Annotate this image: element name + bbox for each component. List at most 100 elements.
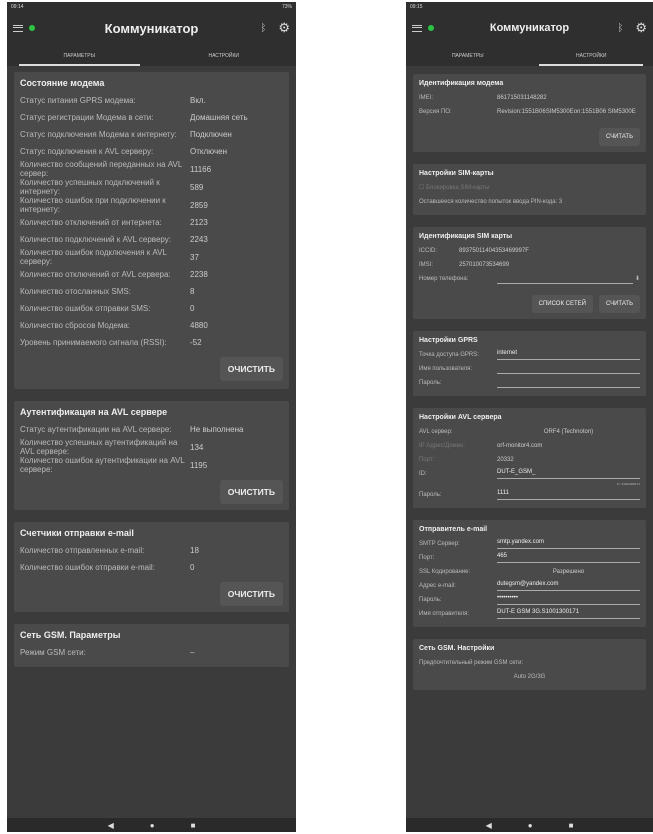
gsm-settings-card: Сеть GSM. Настройки Предпочтительный реж… [413, 639, 646, 690]
checkbox-icon[interactable]: ☐ [419, 185, 426, 192]
stat-value: Вкл. [190, 96, 206, 105]
stat-row: Количество успешных подключений к интерн… [20, 178, 283, 196]
phone-label: Номер телефона: [419, 275, 469, 282]
phone-input[interactable] [497, 274, 634, 284]
stat-value: 2243 [190, 235, 208, 244]
pass-label: Пароль: [419, 596, 442, 603]
stat-value: 18 [190, 546, 199, 555]
tab-parameters[interactable]: ПАРАМЕТРЫ [7, 44, 152, 66]
ip-label: IP Адрес/Домен: [419, 442, 465, 449]
stat-label: Количество сообщений переданных на AVL с… [20, 160, 183, 178]
fw-value: Revision:1551B06SIM5300Eon:1551B06 SIM53… [497, 108, 636, 115]
tab-settings[interactable]: НАСТРОЙКИ [152, 44, 297, 66]
avl-server-label: AVL сервер: [419, 428, 453, 435]
connection-status-icon [428, 25, 434, 31]
imsi-label: IMSI: [419, 261, 434, 268]
gsm-pref-label: Предпочтительный режим GSM сети: [419, 659, 524, 666]
stat-row: Статус аутентификации на AVL сервере: Не … [20, 421, 283, 438]
pass-input[interactable]: •••••••••• [497, 595, 640, 605]
smtp-label: SMTP Сервер: [419, 540, 460, 547]
stat-value: 134 [190, 442, 204, 452]
tab-settings[interactable]: НАСТРОЙКИ [530, 44, 653, 66]
port-label: Порт: [419, 456, 435, 463]
stat-value: 1195 [190, 460, 208, 470]
avl-server-select[interactable]: ORF4 (Technoton) [497, 429, 640, 436]
back-icon[interactable]: ◀ [108, 821, 114, 830]
stat-row: Количество отключений от AVL сервера: 223… [20, 266, 283, 283]
pass-input[interactable] [497, 378, 640, 388]
card-title: Сеть GSM. Настройки [419, 645, 495, 652]
apn-input[interactable]: internet [497, 350, 640, 360]
stat-value: – [190, 648, 195, 657]
pin-tries-text: Оставшееся количество попыток ввода PIN-… [419, 198, 563, 205]
status-time: 09:15 [410, 4, 423, 10]
gear-icon[interactable]: ⚙ [635, 20, 647, 36]
back-icon[interactable]: ◀ [486, 821, 492, 830]
fw-label: Версия ПО: [419, 108, 452, 115]
clear-button[interactable]: ОЧИСТИТЬ [219, 480, 283, 504]
stat-value: 0 [190, 304, 195, 313]
name-label: Имя отправителя: [419, 610, 470, 617]
gsm-pref-select[interactable]: Auto 2G/3G [514, 674, 546, 681]
read-button[interactable]: СЧИТАТЬ [598, 295, 640, 313]
stat-label: Количество ошибок аутентификации на AVL … [20, 456, 185, 474]
smtp-input[interactable]: smtp.yandex.com [497, 539, 640, 549]
stat-row: Статус регистрации Модема в сети: Домашня… [20, 109, 283, 126]
tab-parameters[interactable]: ПАРАМЕТРЫ [406, 44, 530, 66]
stat-label: Количество ошибок отправки e-mail: [20, 563, 155, 572]
port-input[interactable]: 20332 [497, 457, 640, 464]
read-button[interactable]: СЧИТАТЬ [598, 128, 640, 146]
pass-label: Пароль: [419, 379, 442, 386]
email-sender-card: Отправитель e-mail SMTP Сервер: smtp.yand… [413, 520, 646, 627]
sim-settings-card: Настройки SIM-карты ☐ Блокировка SIM-кар… [413, 164, 646, 215]
stat-row: Количество ошибок при подключении к инте… [20, 196, 283, 214]
gsm-params-card: Сеть GSM. Параметры Режим GSM сети: – [14, 624, 289, 667]
stat-value: Домашняя сеть [190, 113, 248, 122]
stat-row: Режим GSM сети: – [20, 644, 283, 661]
stat-value: 11166 [190, 164, 212, 174]
stat-label: Статус регистрации Модема в сети: [20, 113, 154, 122]
recents-icon[interactable]: ■ [569, 821, 574, 830]
addr-input[interactable]: dutegsm@yandex.com [497, 581, 640, 591]
stat-label: Количество отключений от интернета: [20, 218, 162, 227]
card-title: Настройки SIM-карты [419, 170, 494, 177]
bluetooth-icon[interactable]: ᛒ [617, 23, 623, 34]
gear-icon[interactable]: ⚙ [278, 20, 290, 36]
stat-label: Количество отключений от AVL сервера: [20, 270, 171, 279]
name-input[interactable]: DUT-E GSM 3G.S1001300171 [497, 609, 640, 619]
avl-settings-card: Настройки AVL сервера AVL сервер: ORF4 (T… [413, 408, 646, 508]
imsi-value: 257010073534699 [459, 261, 510, 268]
stat-value: 4880 [190, 321, 208, 330]
home-icon[interactable]: ● [150, 821, 155, 830]
port-input[interactable]: 465 [497, 553, 640, 563]
ssl-select[interactable]: Разрешено [497, 569, 640, 576]
menu-icon[interactable] [412, 24, 422, 32]
network-list-button[interactable]: СПИСОК СЕТЕЙ [531, 295, 593, 313]
download-icon[interactable]: ⬇ [633, 276, 640, 283]
status-time: 09:14 [11, 4, 24, 10]
id-input[interactable]: DUT-E_GSM_ [497, 469, 640, 479]
pass-input[interactable]: 1111 [497, 490, 640, 500]
stat-label: Количество отправленных e-mail: [20, 546, 145, 555]
stat-row: Количество ошибок отправки e-mail: 0 [20, 559, 283, 576]
ip-input[interactable]: orf-monitor4.com [497, 443, 640, 450]
home-icon[interactable]: ● [528, 821, 533, 830]
user-label: Имя пользователя: [419, 365, 473, 372]
connection-status-icon [29, 25, 35, 31]
stat-label: Уровень принимаемого сигнала (RSSI): [20, 338, 167, 347]
user-input[interactable] [497, 364, 640, 374]
clear-button[interactable]: ОЧИСТИТЬ [219, 357, 283, 381]
ssl-label: SSL Кодирование: [419, 568, 471, 575]
clear-button[interactable]: ОЧИСТИТЬ [219, 582, 283, 606]
stat-label: Количество ошибок отправки SMS: [20, 304, 151, 313]
imei-value: 861715031148282 [497, 94, 547, 101]
recents-icon[interactable]: ■ [191, 821, 196, 830]
sim-id-card: Идентификация SIM карты ICCID: 8937501140… [413, 227, 646, 319]
stat-row: Количество сбросов Модема: 4880 [20, 317, 283, 334]
card-title: Идентификация модема [419, 80, 504, 87]
stat-value: 8 [190, 287, 195, 296]
stat-value: Подключен [190, 130, 232, 139]
stat-value: 2859 [190, 200, 208, 210]
bluetooth-icon[interactable]: ᛒ [260, 23, 266, 34]
menu-icon[interactable] [13, 24, 23, 32]
